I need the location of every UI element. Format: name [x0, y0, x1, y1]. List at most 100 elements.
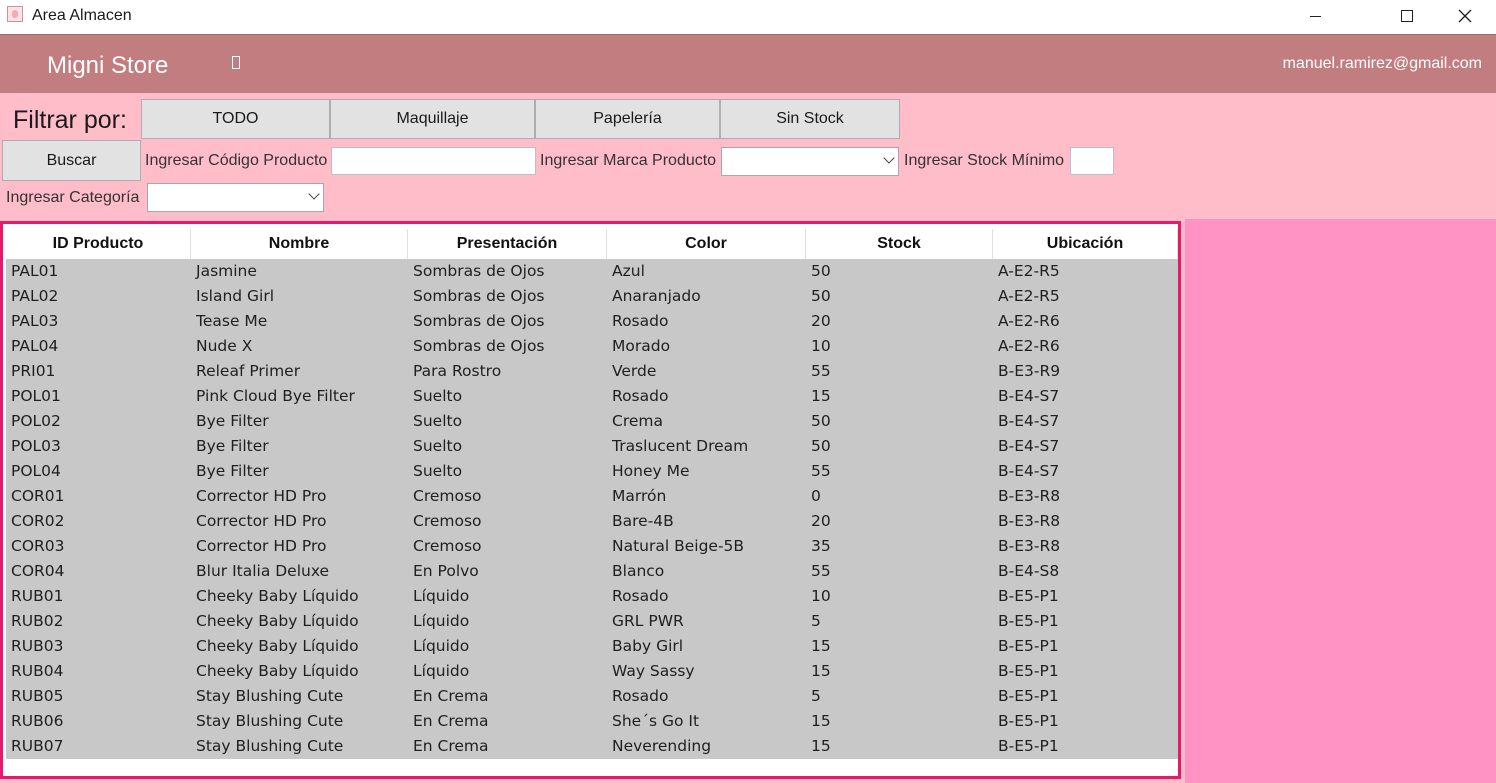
table-cell: Honey Me: [612, 462, 690, 480]
table-row[interactable]: POL01 Pink Cloud Bye Filter Suelto Rosado 15…: [6, 384, 1178, 409]
table-cell: B-E5-P1: [998, 712, 1059, 730]
user-email: manuel.ramirez@gmail.com: [1282, 55, 1482, 72]
column-header[interactable]: Nombre: [191, 229, 408, 259]
column-header[interactable]: Presentación: [408, 229, 607, 259]
maximize-icon: [1401, 10, 1413, 22]
table-cell: Cheeky Baby Líquido: [196, 662, 359, 680]
table-row[interactable]: POL02 Bye Filter Suelto Crema 50 B-E4-S7: [6, 409, 1178, 434]
category-label: Ingresar Categoría: [6, 189, 140, 206]
table-cell: Way Sassy: [612, 662, 695, 680]
table-cell: Líquido: [413, 612, 470, 630]
min-stock-input[interactable]: [1070, 147, 1114, 175]
table-cell: 20: [811, 312, 831, 330]
table-cell: 15: [811, 637, 831, 655]
table-row[interactable]: RUB06 Stay Blushing Cute En Crema She´s Go …: [6, 709, 1178, 734]
table-cell: Crema: [612, 412, 663, 430]
table-cell: En Crema: [413, 687, 489, 705]
maximize-button[interactable]: [1384, 0, 1430, 32]
table-row[interactable]: COR01 Corrector HD Pro Cremoso Marrón 0 B-E3-…: [6, 484, 1178, 509]
table-row[interactable]: RUB04 Cheeky Baby Líquido Líquido Way Sassy…: [6, 659, 1178, 684]
table-cell: She´s Go It: [612, 712, 700, 730]
table-cell: 55: [811, 462, 831, 480]
minimize-icon: [1309, 15, 1321, 17]
table-row[interactable]: PAL04 Nude X Sombras de Ojos Morado 10 A-E2-R…: [6, 334, 1178, 359]
table-cell: 5: [811, 612, 821, 630]
column-header[interactable]: Color: [607, 229, 806, 259]
table-cell: 55: [811, 362, 831, 380]
table-cell: A-E2-R5: [998, 262, 1060, 280]
table-cell: Bye Filter: [196, 462, 269, 480]
table-row[interactable]: RUB03 Cheeky Baby Líquido Líquido Baby Girl…: [6, 634, 1178, 659]
table-cell: Traslucent Dream: [612, 437, 749, 455]
filter-stationery-button[interactable]: Papelería: [535, 99, 720, 139]
table-row[interactable]: PAL03 Tease Me Sombras de Ojos Rosado 20 A-E2…: [6, 309, 1178, 334]
table-cell: PRI01: [11, 362, 56, 380]
table-row[interactable]: COR03 Corrector HD Pro Cremoso Natural Beig…: [6, 534, 1178, 559]
table-row[interactable]: POL03 Bye Filter Suelto Traslucent Dream 50 B…: [6, 434, 1178, 459]
table-cell: Cheeky Baby Líquido: [196, 587, 359, 605]
table-row[interactable]: RUB01 Cheeky Baby Líquido Líquido Rosado 10 B…: [6, 584, 1178, 609]
table-cell: COR03: [11, 537, 65, 555]
table-row[interactable]: RUB02 Cheeky Baby Líquido Líquido GRL PWR 5 B…: [6, 609, 1178, 634]
table-cell: Corrector HD Pro: [196, 512, 327, 530]
table-cell: Jasmine: [196, 262, 257, 280]
filter-makeup-button[interactable]: Maquillaje: [330, 99, 535, 139]
table-body: PAL01 Jasmine Sombras de Ojos Azul 50 A-E2-R5…: [6, 259, 1178, 759]
table-cell: B-E4-S7: [998, 462, 1060, 480]
table-cell: B-E3-R8: [998, 512, 1061, 530]
table-cell: 15: [811, 662, 831, 680]
table-cell: COR04: [11, 562, 65, 580]
table-row[interactable]: COR02 Corrector HD Pro Cremoso Bare-4B 20 B-E…: [6, 509, 1178, 534]
close-icon: [1458, 9, 1472, 23]
window-title: Area Almacen: [32, 7, 132, 24]
table-cell: Pink Cloud Bye Filter: [196, 387, 355, 405]
menu-icon[interactable]: [232, 56, 240, 69]
category-select[interactable]: [147, 183, 324, 212]
search-button[interactable]: Buscar: [2, 140, 141, 181]
table-cell: Corrector HD Pro: [196, 537, 327, 555]
table-row[interactable]: COR04 Blur Italia Deluxe En Polvo Blanco 55 B…: [6, 559, 1178, 584]
products-table: ID Producto Nombre Presentación Color Stock U…: [0, 221, 1181, 779]
table-cell: Líquido: [413, 662, 470, 680]
table-cell: B-E5-P1: [998, 612, 1059, 630]
table-cell: Suelto: [413, 412, 463, 430]
table-cell: 50: [811, 262, 831, 280]
table-cell: Bye Filter: [196, 412, 269, 430]
side-panel: [1185, 219, 1496, 783]
table-row[interactable]: PAL02 Island Girl Sombras de Ojos Anaranjad…: [6, 284, 1178, 309]
table-row[interactable]: POL04 Bye Filter Suelto Honey Me 55 B-E4-S7: [6, 459, 1178, 484]
minimize-button[interactable]: [1292, 0, 1338, 32]
filter-all-button[interactable]: TODO: [141, 99, 330, 139]
filter-no-stock-button[interactable]: Sin Stock: [720, 99, 900, 139]
column-header[interactable]: Stock: [806, 229, 993, 259]
table-row[interactable]: RUB05 Stay Blushing Cute En Crema Rosado 5 B-…: [6, 684, 1178, 709]
stock-label: Ingresar Stock Mínimo: [904, 152, 1065, 169]
table-cell: RUB05: [11, 687, 64, 705]
table-cell: PAL03: [11, 312, 59, 330]
table-cell: Baby Girl: [612, 637, 684, 655]
table-cell: Releaf Primer: [196, 362, 301, 380]
table-cell: POL03: [11, 437, 61, 455]
table-cell: Nude X: [196, 337, 253, 355]
table-cell: Cheeky Baby Líquido: [196, 637, 359, 655]
table-row[interactable]: RUB07 Stay Blushing Cute En Crema Neverendi…: [6, 734, 1178, 759]
table-cell: Stay Blushing Cute: [196, 737, 344, 755]
table-cell: 50: [811, 437, 831, 455]
table-cell: B-E3-R8: [998, 537, 1061, 555]
table-cell: B-E5-P1: [998, 737, 1059, 755]
table-cell: B-E4-S7: [998, 437, 1060, 455]
brand-select[interactable]: [721, 147, 899, 176]
column-header[interactable]: ID Producto: [6, 229, 191, 259]
column-header[interactable]: Ubicación: [993, 229, 1178, 259]
close-button[interactable]: [1442, 0, 1488, 32]
table-row[interactable]: PAL01 Jasmine Sombras de Ojos Azul 50 A-E2-R5: [6, 259, 1178, 284]
table-cell: Rosado: [612, 387, 669, 405]
table-cell: Sombras de Ojos: [413, 262, 545, 280]
table-cell: GRL PWR: [612, 612, 684, 630]
table-cell: B-E3-R8: [998, 487, 1061, 505]
table-row[interactable]: PRI01 Releaf Primer Para Rostro Verde 55 B-E3…: [6, 359, 1178, 384]
product-code-input[interactable]: [331, 147, 536, 175]
table-cell: A-E2-R6: [998, 337, 1060, 355]
table-cell: 55: [811, 562, 831, 580]
table-cell: A-E2-R5: [998, 287, 1060, 305]
